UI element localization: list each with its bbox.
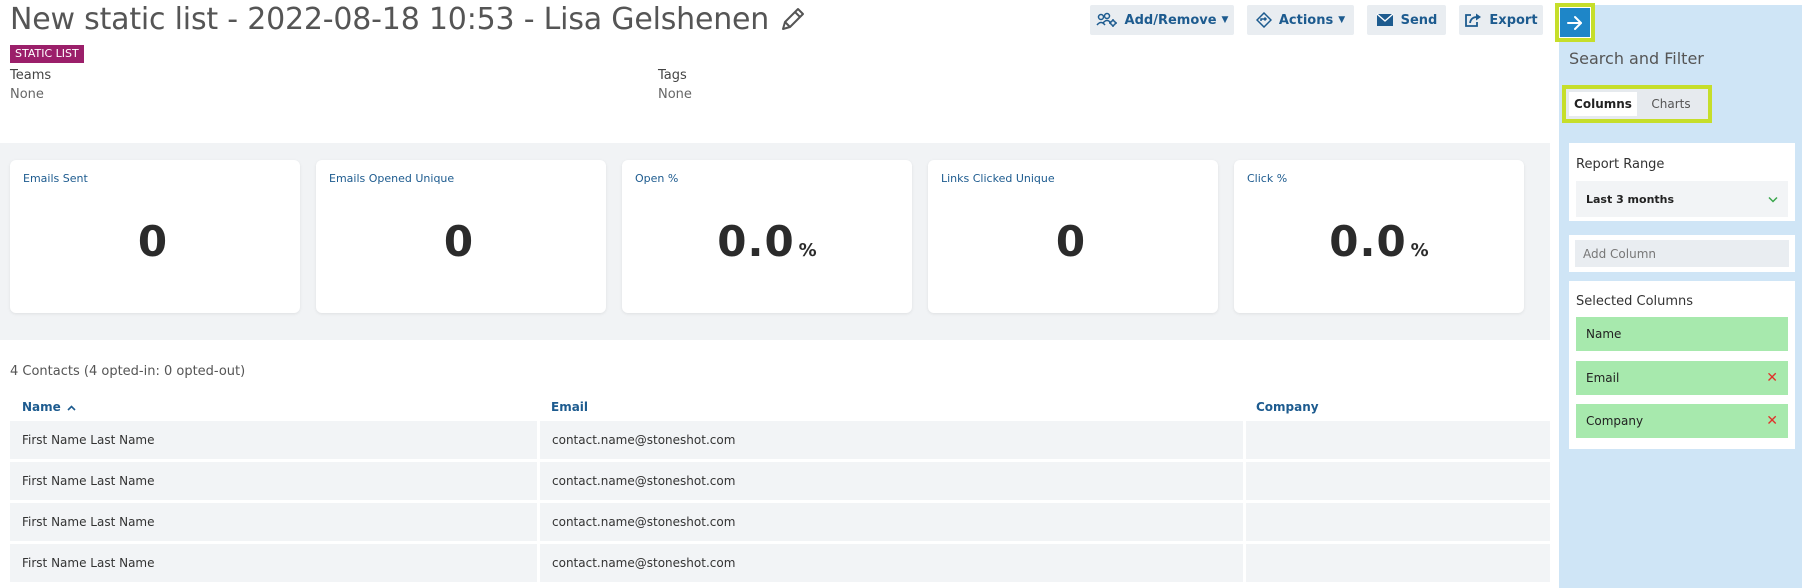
stat-value: 0 <box>443 217 475 266</box>
selected-column-email[interactable]: Email ✕ <box>1576 361 1788 395</box>
stat-value: 0.0% <box>717 217 817 266</box>
static-list-badge: STATIC LIST <box>10 45 84 63</box>
selected-columns-label: Selected Columns <box>1576 294 1694 309</box>
tags-label: Tags <box>658 68 687 83</box>
panel-tabs: Columns Charts <box>1562 85 1712 123</box>
report-range-label: Report Range <box>1576 157 1665 172</box>
add-column-input[interactable]: Add Column <box>1575 240 1789 267</box>
selected-column-name[interactable]: Name <box>1576 317 1788 351</box>
teams-value: None <box>10 87 44 102</box>
table-row[interactable]: First Name Last Name contact.name@stones… <box>10 544 1550 582</box>
column-header-company[interactable]: Company <box>1256 400 1319 414</box>
cell-name: First Name Last Name <box>10 421 537 459</box>
add-remove-button[interactable]: Add/Remove ▼ <box>1090 5 1234 35</box>
cell-email: contact.name@stoneshot.com <box>540 544 1243 582</box>
export-icon <box>1464 12 1482 28</box>
stat-label: Click % <box>1247 172 1288 185</box>
stat-card-emails-opened-unique: Emails Opened Unique 0 <box>316 160 606 313</box>
stat-card-click-percent: Click % 0.0% <box>1234 160 1524 313</box>
table-row[interactable]: First Name Last Name contact.name@stones… <box>10 421 1550 459</box>
cell-company <box>1246 503 1550 541</box>
remove-icon[interactable]: ✕ <box>1766 370 1778 386</box>
table-row[interactable]: First Name Last Name contact.name@stones… <box>10 503 1550 541</box>
stat-value: 0 <box>1055 217 1087 266</box>
column-header-email[interactable]: Email <box>551 400 588 414</box>
send-label: Send <box>1400 12 1438 28</box>
actions-label: Actions <box>1278 12 1334 28</box>
chevron-down-icon: ▼ <box>1338 15 1346 25</box>
column-header-name[interactable]: Name <box>22 400 76 414</box>
selected-column-company[interactable]: Company ✕ <box>1576 404 1788 438</box>
add-column-box: Add Column <box>1569 235 1795 272</box>
stat-card-emails-sent: Emails Sent 0 <box>10 160 300 313</box>
export-button[interactable]: Export <box>1459 5 1543 35</box>
pencil-icon[interactable] <box>777 5 807 35</box>
report-range-box: Report Range Last 3 months <box>1569 143 1795 221</box>
stat-card-links-clicked-unique: Links Clicked Unique 0 <box>928 160 1218 313</box>
report-range-value: Last 3 months <box>1586 192 1675 206</box>
cell-email: contact.name@stoneshot.com <box>540 421 1243 459</box>
cell-name: First Name Last Name <box>10 462 537 500</box>
send-button[interactable]: Send <box>1367 5 1446 35</box>
chevron-down-icon <box>1768 193 1778 206</box>
cell-company <box>1246 544 1550 582</box>
main-content: New static list - 2022-08-18 10:53 - Lis… <box>0 0 1559 588</box>
stat-label: Links Clicked Unique <box>941 172 1055 185</box>
cell-company <box>1246 462 1550 500</box>
cell-name: First Name Last Name <box>10 544 537 582</box>
page-title-text: New static list - 2022-08-18 10:53 - Lis… <box>10 2 770 37</box>
remove-icon[interactable]: ✕ <box>1766 413 1778 429</box>
tab-columns[interactable]: Columns <box>1569 92 1637 116</box>
stat-label: Open % <box>635 172 679 185</box>
tags-value: None <box>658 87 692 102</box>
export-label: Export <box>1489 12 1538 28</box>
search-filter-panel: Search and Filter Columns Charts Report … <box>1559 5 1802 588</box>
panel-title: Search and Filter <box>1569 49 1704 68</box>
stat-label: Emails Sent <box>23 172 88 185</box>
tab-charts[interactable]: Charts <box>1637 92 1705 116</box>
collapse-panel-button[interactable] <box>1555 3 1595 42</box>
actions-button[interactable]: Actions ▼ <box>1247 5 1354 35</box>
stat-value: 0 <box>137 217 169 266</box>
diamond-arrow-icon <box>1255 12 1272 28</box>
table-row[interactable]: First Name Last Name contact.name@stones… <box>10 462 1550 500</box>
cell-company <box>1246 421 1550 459</box>
report-range-select[interactable]: Last 3 months <box>1576 181 1788 217</box>
cell-email: contact.name@stoneshot.com <box>540 503 1243 541</box>
teams-label: Teams <box>10 68 52 83</box>
cell-name: First Name Last Name <box>10 503 537 541</box>
contacts-summary: 4 Contacts (4 opted-in: 0 opted-out) <box>10 364 246 379</box>
chevron-down-icon: ▼ <box>1221 15 1229 25</box>
cell-email: contact.name@stoneshot.com <box>540 462 1243 500</box>
page-title: New static list - 2022-08-18 10:53 - Lis… <box>10 2 807 37</box>
stat-card-open-percent: Open % 0.0% <box>622 160 912 313</box>
arrow-right-icon <box>1560 8 1590 37</box>
stat-label: Emails Opened Unique <box>329 172 455 185</box>
sort-ascending-icon <box>67 400 76 414</box>
selected-columns-box: Selected Columns Name Email ✕ Company ✕ <box>1569 281 1795 449</box>
users-gear-icon <box>1095 12 1118 28</box>
stat-value: 0.0% <box>1329 217 1429 266</box>
add-remove-label: Add/Remove <box>1124 12 1217 28</box>
envelope-icon <box>1376 13 1394 27</box>
